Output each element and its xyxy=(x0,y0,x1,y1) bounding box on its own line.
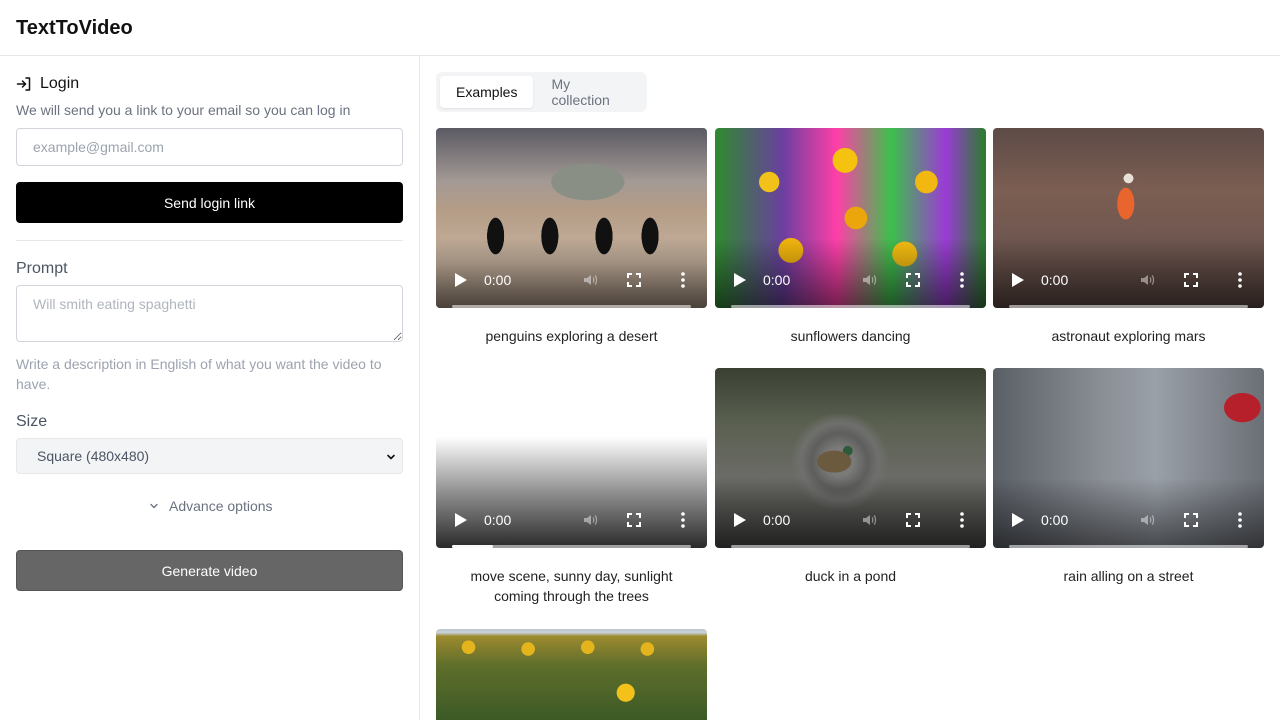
fullscreen-icon[interactable] xyxy=(906,513,920,527)
prompt-help-text: Write a description in English of what y… xyxy=(16,356,382,392)
prompt-input[interactable] xyxy=(16,285,403,342)
fullscreen-icon[interactable] xyxy=(627,273,641,287)
video-controls: 0:00 xyxy=(715,488,986,548)
fullscreen-icon[interactable] xyxy=(1184,273,1198,287)
progress-track[interactable] xyxy=(452,305,691,308)
advance-options-label: Advance options xyxy=(169,498,273,514)
prompt-label: Prompt xyxy=(16,260,68,277)
tab-my-collection[interactable]: My collection xyxy=(535,76,643,108)
video-card: 0:00 rain alling on a street xyxy=(993,368,1264,586)
app-title: TextToVideo xyxy=(16,17,133,39)
progress-track[interactable] xyxy=(731,545,970,548)
tab-examples[interactable]: Examples xyxy=(440,76,534,108)
video-controls: 0:00 xyxy=(436,248,707,308)
size-selected-value: Square (480x480) xyxy=(37,448,150,464)
video-card: 0:00 penguins exploring a desert xyxy=(436,128,707,346)
video-controls: 0:00 xyxy=(715,248,986,308)
video-player[interactable]: 0:00 xyxy=(436,128,707,308)
video-caption: astronaut exploring mars xyxy=(1051,328,1206,344)
video-card xyxy=(436,629,707,720)
video-player[interactable] xyxy=(436,629,707,720)
more-vertical-icon[interactable] xyxy=(960,272,964,288)
video-controls: 0:00 xyxy=(436,488,707,548)
fullscreen-icon[interactable] xyxy=(627,513,641,527)
send-login-link-button[interactable]: Send login link xyxy=(16,182,403,223)
video-caption: rain alling on a street xyxy=(1063,568,1194,584)
video-player[interactable]: 0:00 xyxy=(993,128,1264,308)
video-controls: 0:00 xyxy=(993,248,1264,308)
video-time: 0:00 xyxy=(763,272,791,288)
progress-track[interactable] xyxy=(731,305,970,308)
video-card: 0:00 duck in a pond xyxy=(715,368,986,586)
more-vertical-icon[interactable] xyxy=(960,512,964,528)
more-vertical-icon[interactable] xyxy=(681,512,685,528)
volume-icon[interactable] xyxy=(861,272,877,288)
login-description: We will send you a link to your email so… xyxy=(16,102,351,118)
video-controls: 0:00 xyxy=(993,488,1264,548)
volume-icon[interactable] xyxy=(582,512,598,528)
size-select[interactable]: Square (480x480) xyxy=(16,438,403,474)
email-field[interactable] xyxy=(16,128,403,166)
chevron-down-icon xyxy=(387,454,395,460)
progress-track[interactable] xyxy=(1009,545,1248,548)
video-card: 0:00 move scene, sunny day, sunlight com… xyxy=(436,368,707,606)
divider xyxy=(16,240,403,241)
video-time: 0:00 xyxy=(1041,272,1069,288)
tab-bar: Examples My collection xyxy=(436,72,647,112)
video-player[interactable]: 0:00 xyxy=(715,128,986,308)
generate-video-button[interactable]: Generate video xyxy=(16,550,403,591)
play-icon[interactable] xyxy=(734,273,746,287)
play-icon[interactable] xyxy=(1012,273,1024,287)
progress-fill xyxy=(452,545,493,548)
size-label: Size xyxy=(16,413,48,430)
more-vertical-icon[interactable] xyxy=(1238,272,1242,288)
more-vertical-icon[interactable] xyxy=(1238,512,1242,528)
advance-options-toggle[interactable]: Advance options xyxy=(149,498,273,514)
video-card: 0:00 astronaut exploring mars xyxy=(993,128,1264,346)
video-time: 0:00 xyxy=(763,512,791,528)
fullscreen-icon[interactable] xyxy=(906,273,920,287)
play-icon[interactable] xyxy=(1012,513,1024,527)
video-time: 0:00 xyxy=(1041,512,1069,528)
play-icon[interactable] xyxy=(455,273,467,287)
volume-icon[interactable] xyxy=(1139,512,1155,528)
login-icon xyxy=(16,77,31,91)
top-bar: TextToVideo xyxy=(0,0,1280,56)
volume-icon[interactable] xyxy=(582,272,598,288)
login-title: Login xyxy=(40,75,80,92)
chevron-down-icon xyxy=(150,503,158,509)
video-time: 0:00 xyxy=(484,512,512,528)
play-icon[interactable] xyxy=(734,513,746,527)
video-time: 0:00 xyxy=(484,272,512,288)
play-icon[interactable] xyxy=(455,513,467,527)
progress-track[interactable] xyxy=(452,545,691,548)
video-player[interactable]: 0:00 xyxy=(993,368,1264,548)
video-card: 0:00 sunflowers dancing xyxy=(715,128,986,346)
video-caption: move scene, sunny day, sunlight coming t… xyxy=(470,568,673,604)
more-vertical-icon[interactable] xyxy=(681,272,685,288)
volume-icon[interactable] xyxy=(861,512,877,528)
video-player[interactable]: 0:00 xyxy=(436,368,707,548)
volume-icon[interactable] xyxy=(1139,272,1155,288)
progress-track[interactable] xyxy=(1009,305,1248,308)
video-player[interactable]: 0:00 xyxy=(715,368,986,548)
video-caption: duck in a pond xyxy=(804,568,897,584)
fullscreen-icon[interactable] xyxy=(1184,513,1198,527)
video-caption: sunflowers dancing xyxy=(790,328,911,344)
login-header: Login xyxy=(16,74,79,94)
video-caption: penguins exploring a desert xyxy=(485,328,658,344)
